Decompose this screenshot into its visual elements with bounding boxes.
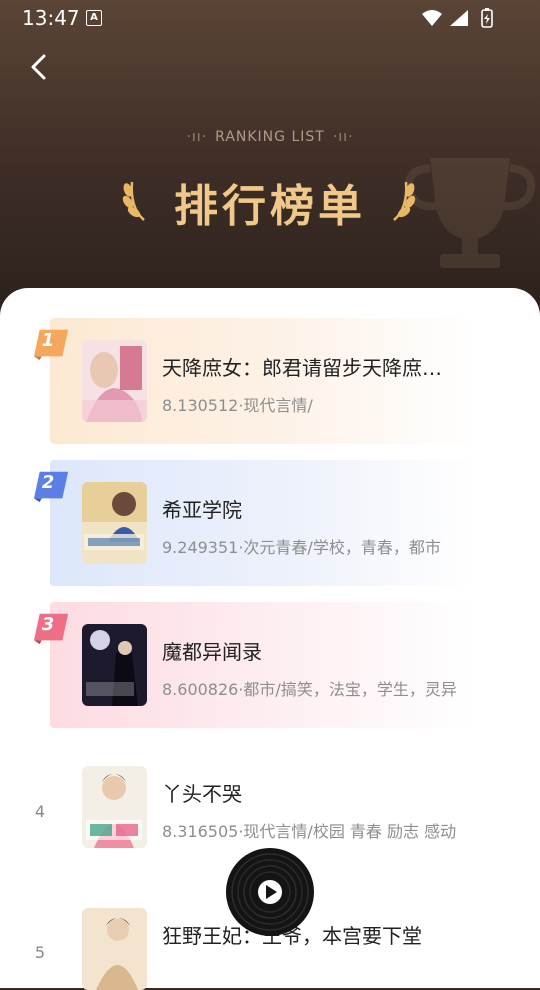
book-meta-1: 8.130512·现代言情/ [162, 396, 313, 415]
ranking-header: 13:47 A ·ıı· RANKING LIST ·ıı· 排行榜单 [0, 0, 540, 320]
book-meta-2: 9.249351·次元青春/学校，青春，都市 [162, 538, 441, 557]
audio-player-disc-button[interactable] [225, 847, 315, 937]
rank-4-number: 4 [34, 802, 46, 821]
system-status-icons [422, 8, 493, 28]
page-title: 排行榜单 [174, 181, 366, 232]
book-cover-4[interactable] [82, 766, 147, 848]
subtitle-text: RANKING LIST [215, 129, 325, 145]
book-title-2: 希亚学院 [162, 498, 242, 522]
book-title-3: 魔都异闻录 [162, 640, 262, 664]
book-cover-5[interactable] [82, 908, 147, 990]
subtitle-left-ornament: ·ıı· [186, 129, 208, 145]
rank-3-number: 3 [41, 614, 55, 635]
back-arrow-icon[interactable] [26, 52, 54, 82]
book-title-4: 丫头不哭 [162, 782, 242, 806]
book-meta-4: 8.316505·现代言情/校园 青春 励志 感动 [162, 822, 457, 841]
rank-1-number: 1 [41, 330, 55, 351]
rank-2-number: 2 [41, 472, 55, 493]
book-cover-3[interactable] [82, 624, 147, 706]
ranking-subtitle: ·ıı· RANKING LIST ·ıı· [0, 129, 540, 145]
status-bar: 13:47 A [0, 0, 540, 34]
book-cover-1[interactable] [82, 340, 147, 422]
book-cover-2[interactable] [82, 482, 147, 564]
status-time: 13:47 [22, 6, 80, 30]
notification-a-icon: A [86, 10, 102, 26]
book-meta-3: 8.600826·都市/搞笑，法宝，学生，灵异 [162, 680, 457, 699]
rank-5-number: 5 [34, 943, 46, 962]
subtitle-right-ornament: ·ıı· [332, 129, 354, 145]
laurel-right-icon [393, 181, 416, 221]
book-title-1: 天降庶女：郎君请留步天降庶女：郎君请留步 [162, 356, 452, 380]
